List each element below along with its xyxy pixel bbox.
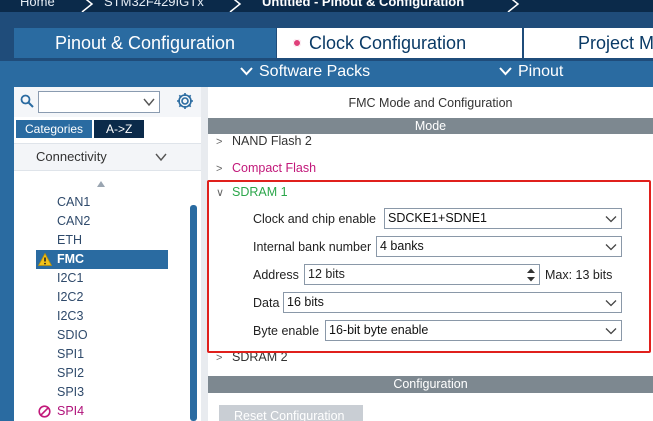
category-sidebar: Categories A->Z Connectivity CAN1 CAN2 E… [14,87,201,421]
scroll-up-arrow-icon[interactable] [97,181,105,187]
warning-icon [38,253,52,266]
chevron-right-icon [81,0,94,12]
chevron-down-icon [155,153,167,162]
blocked-icon [38,405,51,418]
category-group-label: Connectivity [36,149,107,164]
panel-title: FMC Mode and Configuration [348,96,513,110]
gear-icon[interactable] [175,91,195,111]
tree-item-nand-flash-2[interactable]: > NAND Flash 2 [216,132,312,150]
breadcrumb: Home STM32F429IGTx Untitled - Pinout & C… [0,0,653,12]
list-item-i2c1[interactable]: I2C1 [36,269,168,288]
tree-item-label: NAND Flash 2 [232,134,312,148]
sub-toolbar: Software Packs Pinout [0,61,653,87]
category-group-header[interactable]: Connectivity [14,143,201,171]
list-item-fmc[interactable]: FMC [36,250,168,269]
pinout-menu-label: Pinout [518,63,564,80]
chevron-right-icon: > [216,163,223,175]
left-edge-strip [0,87,14,421]
mode-configuration-panel: FMC Mode and Configuration Mode > NAND Fl… [207,87,653,421]
list-item-label: FMC [57,252,85,266]
chevron-right-icon: > [216,136,223,148]
tree-item-label: Compact Flash [232,161,317,175]
category-tabs: Categories A->Z [16,120,146,138]
tab-pinout-configuration[interactable]: Pinout & Configuration [14,28,276,58]
tab-a-to-z[interactable]: A->Z [94,120,145,138]
breadcrumb-home[interactable]: Home [20,0,55,9]
chevron-down-icon[interactable] [142,95,156,109]
tab-project-manager[interactable]: Project Ma [522,28,653,58]
main-tab-bar: Pinout & Configuration Clock Configurati… [0,12,653,61]
status-dot-icon [293,39,301,47]
chevron-right-icon [507,0,520,12]
list-item-i2c3[interactable]: I2C3 [36,307,168,326]
tab-categories[interactable]: Categories [16,120,93,138]
peripheral-list: CAN1 CAN2 ETH FMC I2C1 I2C2 I2C3 SDIO SP… [36,193,168,421]
search-icon [20,94,34,108]
list-item-spi2[interactable]: SPI2 [36,364,168,383]
reset-configuration-button[interactable]: Reset Configuration [219,405,363,421]
software-packs-label: Software Packs [259,63,371,80]
configuration-section-header: Configuration [208,376,653,393]
list-item-sdio[interactable]: SDIO [36,326,168,345]
list-item-i2c2[interactable]: I2C2 [36,288,168,307]
list-item-label: SPI4 [57,404,85,418]
chevron-down-icon [499,67,512,76]
chevron-right-icon [229,0,242,12]
search-input[interactable] [38,91,160,113]
breadcrumb-mcu[interactable]: STM32F429IGTx [104,0,204,9]
sidebar-scrollbar[interactable] [190,205,197,421]
tab-clock-label: Clock Configuration [309,33,467,53]
list-item-can1[interactable]: CAN1 [36,193,168,212]
breadcrumb-project[interactable]: Untitled - Pinout & Configuration [262,0,464,9]
list-item-spi3[interactable]: SPI3 [36,383,168,402]
tree-item-compact-flash[interactable]: > Compact Flash [216,159,316,177]
search-row [14,87,201,117]
chevron-down-icon [240,67,253,76]
list-item-can2[interactable]: CAN2 [36,212,168,231]
pinout-menu[interactable]: Pinout [499,63,563,81]
software-packs-menu[interactable]: Software Packs [240,63,370,81]
list-item-spi1[interactable]: SPI1 [36,345,168,364]
list-item-eth[interactable]: ETH [36,231,168,250]
list-item-spi4[interactable]: SPI4 [36,402,168,421]
highlight-box [207,180,651,353]
tab-clock-configuration[interactable]: Clock Configuration [276,28,522,58]
